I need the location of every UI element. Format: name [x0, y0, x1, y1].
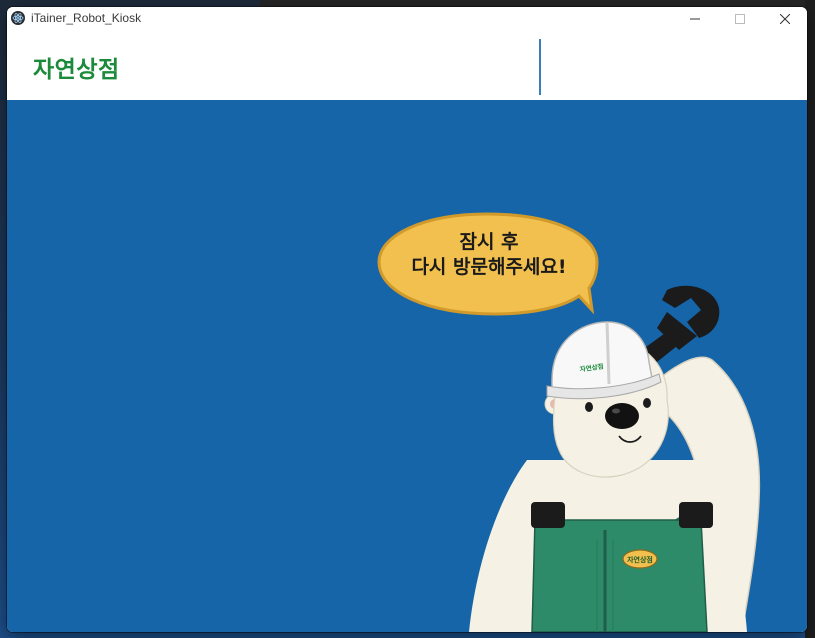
overalls-badge-text: 자연상점 [627, 555, 653, 564]
app-header: 자연상점 [7, 30, 807, 100]
hard-hat: 자연상점 [546, 321, 662, 400]
maintenance-screen: 자연상점 자연상점 잠시 후 다시 방문해주세요! [7, 100, 807, 632]
title-bar[interactable]: iTainer_Robot_Kiosk [7, 7, 807, 30]
maximize-icon [734, 13, 745, 24]
maximize-button[interactable] [717, 7, 762, 30]
electron-app-icon [11, 11, 25, 25]
polar-bear-mascot: 자연상점 자연상점 [377, 212, 761, 632]
header-divider [539, 39, 541, 95]
close-button[interactable] [762, 7, 807, 30]
message-line-2: 다시 방문해주세요! [411, 256, 567, 278]
minimize-button[interactable] [672, 7, 717, 30]
message-line-1: 잠시 후 [459, 231, 519, 253]
app-window: iTainer_Robot_Kiosk 자연상점 자연상점 자연상점 잠시 후 … [7, 7, 807, 632]
maintenance-message: 잠시 후 다시 방문해주세요! [379, 230, 599, 280]
brand-logo[interactable]: 자연상점 [33, 50, 120, 84]
window-title: iTainer_Robot_Kiosk [31, 11, 142, 25]
close-icon [779, 13, 790, 24]
minimize-icon [689, 18, 700, 19]
